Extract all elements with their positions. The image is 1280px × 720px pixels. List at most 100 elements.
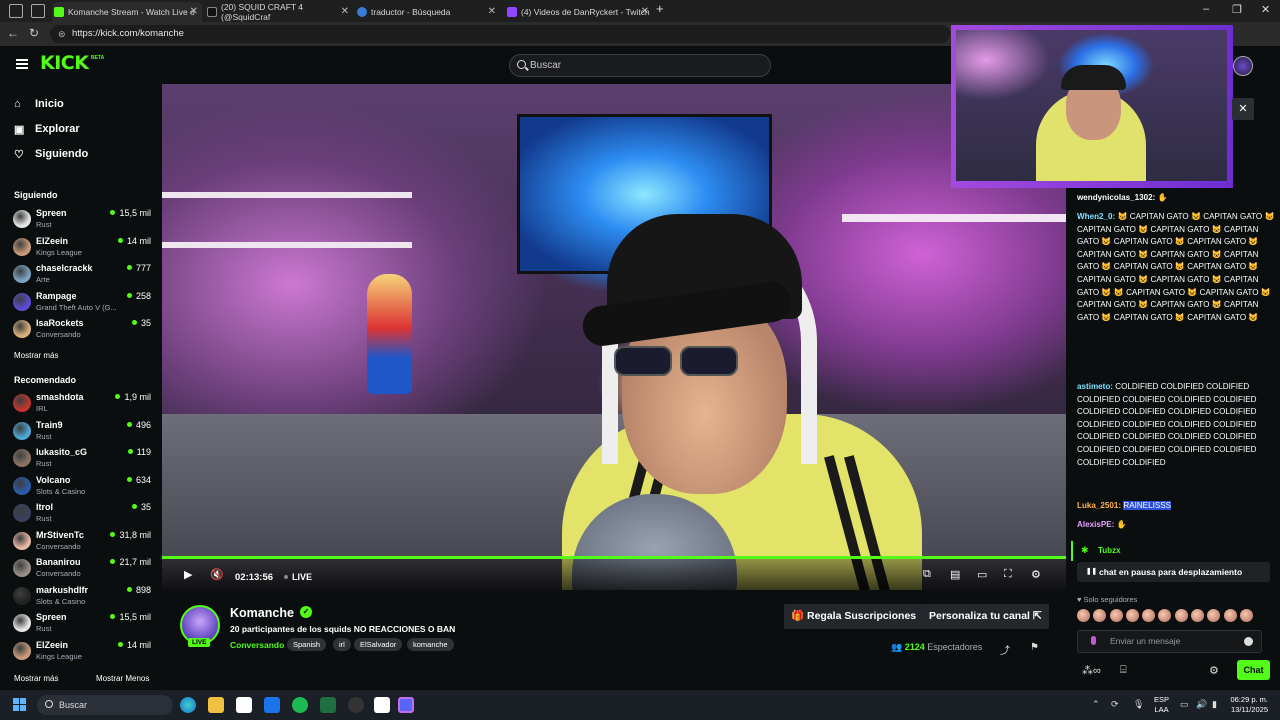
play-icon[interactable]: ▶ xyxy=(184,568,192,581)
gift-subs-button[interactable]: 🎁 Regala Suscripciones xyxy=(784,604,924,629)
share-icon[interactable]: ⤴ xyxy=(1000,642,1010,657)
url-field[interactable]: ⊜ https://kick.com/komanche xyxy=(50,25,950,43)
channel-row[interactable]: ltrol Rust 35 xyxy=(13,500,155,525)
close-tab-icon[interactable]: ✕ xyxy=(341,6,349,17)
windows-start-icon[interactable] xyxy=(13,698,27,712)
tab-actions-icon[interactable] xyxy=(31,4,45,18)
chat-username[interactable]: AlexisPE: xyxy=(1077,520,1114,529)
channel-row[interactable]: Spreen Rust 15,5 mil xyxy=(13,610,155,635)
mic-tray-icon[interactable]: 🎙 xyxy=(1133,699,1144,710)
network-icon[interactable]: ▭ xyxy=(1180,699,1189,710)
chat-username[interactable]: Luka_2501: xyxy=(1077,501,1121,510)
send-chat-button[interactable]: Chat xyxy=(1237,660,1270,680)
chat-username[interactable]: astimeto: xyxy=(1077,382,1113,391)
quick-emote-row[interactable] xyxy=(1077,609,1277,625)
chat-paused-notice[interactable]: chat en pausa para desplazamiento xyxy=(1077,562,1270,582)
fullscreen-icon[interactable]: ⛶ xyxy=(1004,568,1012,581)
system-clock[interactable]: 06:29 p. m. 13/11/2025 xyxy=(1228,695,1268,715)
close-tab-icon[interactable]: ✕ xyxy=(488,6,496,17)
channel-name[interactable]: Komanche xyxy=(230,606,294,620)
channel-row[interactable]: MrStivenTc Conversando 31,8 mil xyxy=(13,528,155,553)
channel-row[interactable]: IsaRockets Conversando 35 xyxy=(13,316,155,341)
taskbar-search[interactable]: Buscar xyxy=(37,695,173,715)
pinned-username[interactable]: Tubzx xyxy=(1098,546,1121,555)
channel-row[interactable]: lukasito_cG Rust 119 xyxy=(13,445,155,470)
tag-chip[interactable]: ElSalvador xyxy=(354,638,403,651)
store-icon[interactable] xyxy=(236,697,252,713)
channel-row[interactable]: ElZeein Kings League 14 mil xyxy=(13,638,155,663)
nav-siguiendo[interactable]: ♡ Siguiendo xyxy=(14,148,88,161)
channel-row[interactable]: Bananirou Conversando 21,7 mil xyxy=(13,555,155,580)
browser-tab-kick[interactable]: Komanche Stream - Watch Live o ✕ xyxy=(52,2,202,22)
close-window-icon[interactable]: ✕ xyxy=(1261,3,1270,16)
emoji-picker-icon[interactable] xyxy=(1244,637,1253,646)
tag-chip[interactable]: komanche xyxy=(407,638,454,651)
spotify-icon[interactable] xyxy=(292,697,308,713)
pip-icon[interactable]: ⧉ xyxy=(923,568,931,581)
customize-channel-button[interactable]: Personaliza tu canal ⇱ xyxy=(922,604,1049,629)
volume-icon[interactable]: 🔊 xyxy=(1196,699,1207,710)
user-avatar[interactable] xyxy=(1233,56,1253,76)
site-info-icon[interactable]: ⊜ xyxy=(58,25,66,43)
chat-input[interactable]: Enviar un mensaje xyxy=(1077,630,1262,653)
channel-row[interactable]: smashdota IRL 1,9 mil xyxy=(13,390,155,415)
channel-row[interactable]: markushdlfr Slots & Casino 898 xyxy=(13,583,155,608)
outlook-icon[interactable] xyxy=(264,697,280,713)
channel-row[interactable]: chaselcrackk Arte 777 xyxy=(13,261,155,286)
webcam-overlay[interactable] xyxy=(951,25,1233,188)
show-less-button[interactable]: Mostrar Menos xyxy=(96,674,149,683)
maximize-icon[interactable]: ❐ xyxy=(1232,3,1242,16)
store-icon[interactable]: ⌸ xyxy=(1120,664,1127,677)
mute-icon[interactable]: 🔇 xyxy=(210,568,224,581)
close-tab-icon[interactable]: ✕ xyxy=(190,6,198,17)
channel-name: Train9 xyxy=(36,419,63,430)
chat-settings-gear-icon[interactable]: ⚙ xyxy=(1209,664,1219,677)
channel-row[interactable]: ElZeein Kings League 14 mil xyxy=(13,234,155,259)
back-icon[interactable]: ← xyxy=(7,26,19,40)
show-more-following[interactable]: Mostrar más xyxy=(14,351,58,360)
tag-chip[interactable]: Spanish xyxy=(287,638,327,651)
new-tab-button[interactable]: + xyxy=(656,1,664,16)
browser-tab-search[interactable]: traductor - Búsqueda ✕ xyxy=(355,2,500,22)
nav-explorar[interactable]: ▣ Explorar xyxy=(14,123,80,136)
app-icon[interactable] xyxy=(348,697,364,713)
mic-icon[interactable] xyxy=(1091,636,1096,645)
stream-category[interactable]: Conversando xyxy=(230,640,284,650)
settings-gear-icon[interactable]: ⚙ xyxy=(1031,568,1041,581)
video-player[interactable] xyxy=(162,84,1066,590)
excel-icon[interactable] xyxy=(320,697,336,713)
reload-icon[interactable]: ↻ xyxy=(29,26,39,40)
chat-username[interactable]: wendynicolas_1302: xyxy=(1077,193,1155,202)
close-tab-icon[interactable]: ✕ xyxy=(641,6,649,17)
minimize-icon[interactable]: – xyxy=(1203,3,1209,15)
language-indicator[interactable]: ESP LAA xyxy=(1154,695,1169,715)
clip-icon[interactable]: ▤ xyxy=(950,568,960,581)
live-indicator[interactable]: LIVE xyxy=(284,572,312,582)
menu-icon[interactable] xyxy=(16,59,28,69)
file-explorer-icon[interactable] xyxy=(208,697,224,713)
chat-username[interactable]: When2_0: xyxy=(1077,212,1115,221)
nav-inicio[interactable]: ⌂ Inicio xyxy=(14,98,64,110)
browser-tab-twitch[interactable]: (4) Videos de DanRyckert - Twitch ✕ xyxy=(505,2,653,22)
kick-logo[interactable]: KICK xyxy=(40,52,89,74)
search-input[interactable]: Buscar xyxy=(509,54,771,77)
tray-overflow-icon[interactable]: ⌃ xyxy=(1092,699,1100,710)
workspaces-icon[interactable] xyxy=(9,4,23,18)
close-icon[interactable]: ✕ xyxy=(1232,98,1254,120)
show-more-recommended[interactable]: Mostrar más xyxy=(14,674,58,683)
report-icon[interactable]: ⚑ xyxy=(1030,642,1039,653)
channel-row[interactable]: Rampage Grand Theft Auto V (G... 258 xyxy=(13,289,155,314)
theater-mode-icon[interactable]: ▭ xyxy=(977,568,987,581)
channel-name: Bananirou xyxy=(36,557,81,567)
kick-points-icon[interactable]: ⁂∞ xyxy=(1082,664,1101,677)
channel-row[interactable]: Train9 Rust 496 xyxy=(13,418,155,443)
battery-icon[interactable]: ▮ xyxy=(1212,699,1217,710)
discord-icon[interactable] xyxy=(398,697,414,713)
browser-tab-x[interactable]: (20) SQUID CRAFT 4 (@SquidCraf ✕ xyxy=(205,2,353,22)
capcut-icon[interactable] xyxy=(374,697,390,713)
edge-icon[interactable] xyxy=(180,697,196,713)
channel-row[interactable]: Spreen Rust 15,5 mil xyxy=(13,206,155,231)
sync-icon[interactable]: ⟳ xyxy=(1111,699,1119,710)
channel-row[interactable]: Volcano Slots & Casino 634 xyxy=(13,473,155,498)
tag-chip[interactable]: irl xyxy=(333,638,351,651)
